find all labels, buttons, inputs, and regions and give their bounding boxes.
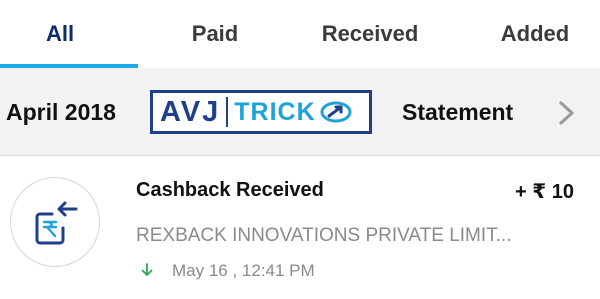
logo-avj-text: AVJ: [160, 95, 221, 128]
transaction-title: Cashback Received: [136, 179, 324, 201]
logo-trick-text: TRICK: [234, 97, 316, 126]
logo-mark-icon: [320, 101, 352, 123]
tab-received[interactable]: Received: [300, 0, 440, 68]
tab-paid[interactable]: Paid: [150, 0, 280, 68]
statement-bar: April 2018 AVJ TRICK Statement: [0, 68, 600, 156]
transaction-amount: + ₹ 10: [515, 181, 574, 203]
tab-all[interactable]: All: [0, 0, 120, 68]
statement-link[interactable]: Statement: [402, 68, 513, 156]
tab-added[interactable]: Added: [470, 0, 600, 68]
logo-divider: [226, 97, 229, 127]
transaction-row[interactable]: Cashback Received + ₹ 10 REXBACK INNOVAT…: [0, 157, 600, 299]
chevron-right-icon[interactable]: [556, 100, 578, 126]
transaction-icon-circle: [10, 177, 100, 267]
transaction-filter-tabs: All Paid Received Added: [0, 0, 600, 68]
transaction-merchant: REXBACK INNOVATIONS PRIVATE LIMIT...: [136, 225, 512, 246]
arrow-down-icon: [141, 263, 153, 276]
month-label: April 2018: [6, 98, 116, 125]
avj-trick-logo: AVJ TRICK: [150, 90, 372, 134]
transaction-time: May 16 , 12:41 PM: [172, 261, 315, 280]
rupee-incoming-icon: [35, 201, 78, 245]
